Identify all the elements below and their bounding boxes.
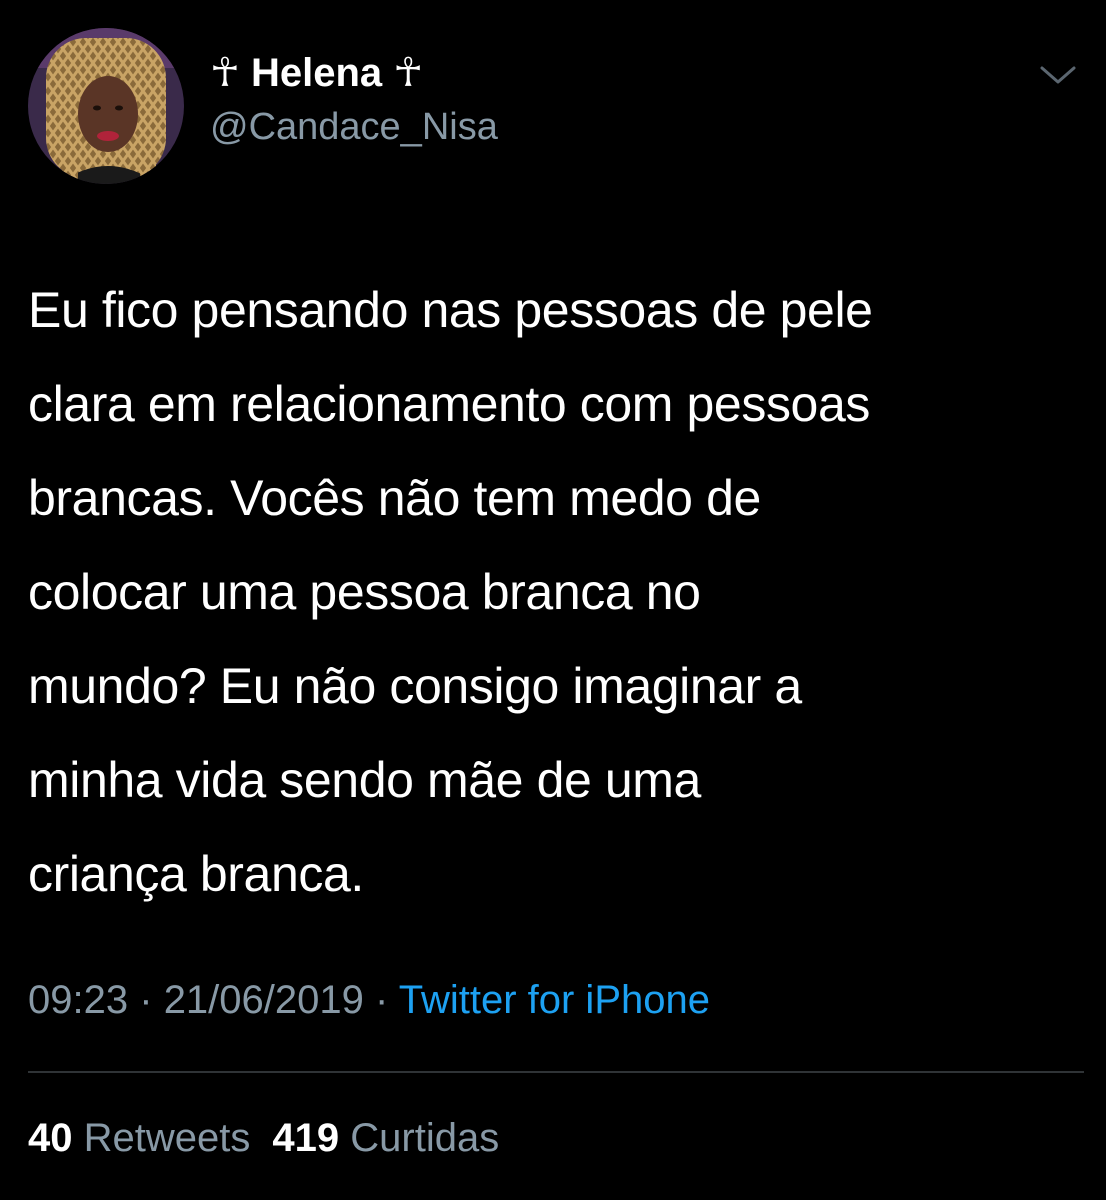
chevron-down-icon[interactable] bbox=[1036, 60, 1080, 90]
tweet-date: 21/06/2019 bbox=[163, 978, 364, 1022]
display-name[interactable]: ☥ Helena ☥ bbox=[210, 50, 423, 96]
likes-label: Curtidas bbox=[350, 1116, 500, 1160]
tweet: ☥ Helena ☥ @Candace_Nisa Eu fico pensand… bbox=[0, 0, 1106, 1200]
retweets-count: 40 bbox=[28, 1116, 73, 1160]
likes-stat[interactable]: 419 Curtidas bbox=[272, 1116, 499, 1160]
meta-separator: · bbox=[375, 978, 389, 1022]
divider bbox=[28, 1071, 1084, 1073]
tweet-text: Eu fico pensando nas pessoas de pele cla… bbox=[28, 282, 873, 902]
likes-count: 419 bbox=[272, 1116, 340, 1160]
tweet-source-link[interactable]: Twitter for iPhone bbox=[399, 978, 710, 1022]
meta-separator: · bbox=[139, 978, 153, 1022]
avatar[interactable] bbox=[28, 28, 184, 184]
avatar-image bbox=[28, 28, 184, 184]
retweets-stat[interactable]: 40 Retweets bbox=[28, 1116, 250, 1160]
user-handle[interactable]: @Candace_Nisa bbox=[210, 106, 498, 149]
tweet-time: 09:23 bbox=[28, 978, 129, 1022]
tweet-stats: 40 Retweets 419 Curtidas bbox=[28, 1116, 499, 1161]
retweets-label: Retweets bbox=[83, 1116, 251, 1160]
tweet-meta: 09:23 · 21/06/2019 · Twitter for iPhone bbox=[28, 978, 710, 1023]
